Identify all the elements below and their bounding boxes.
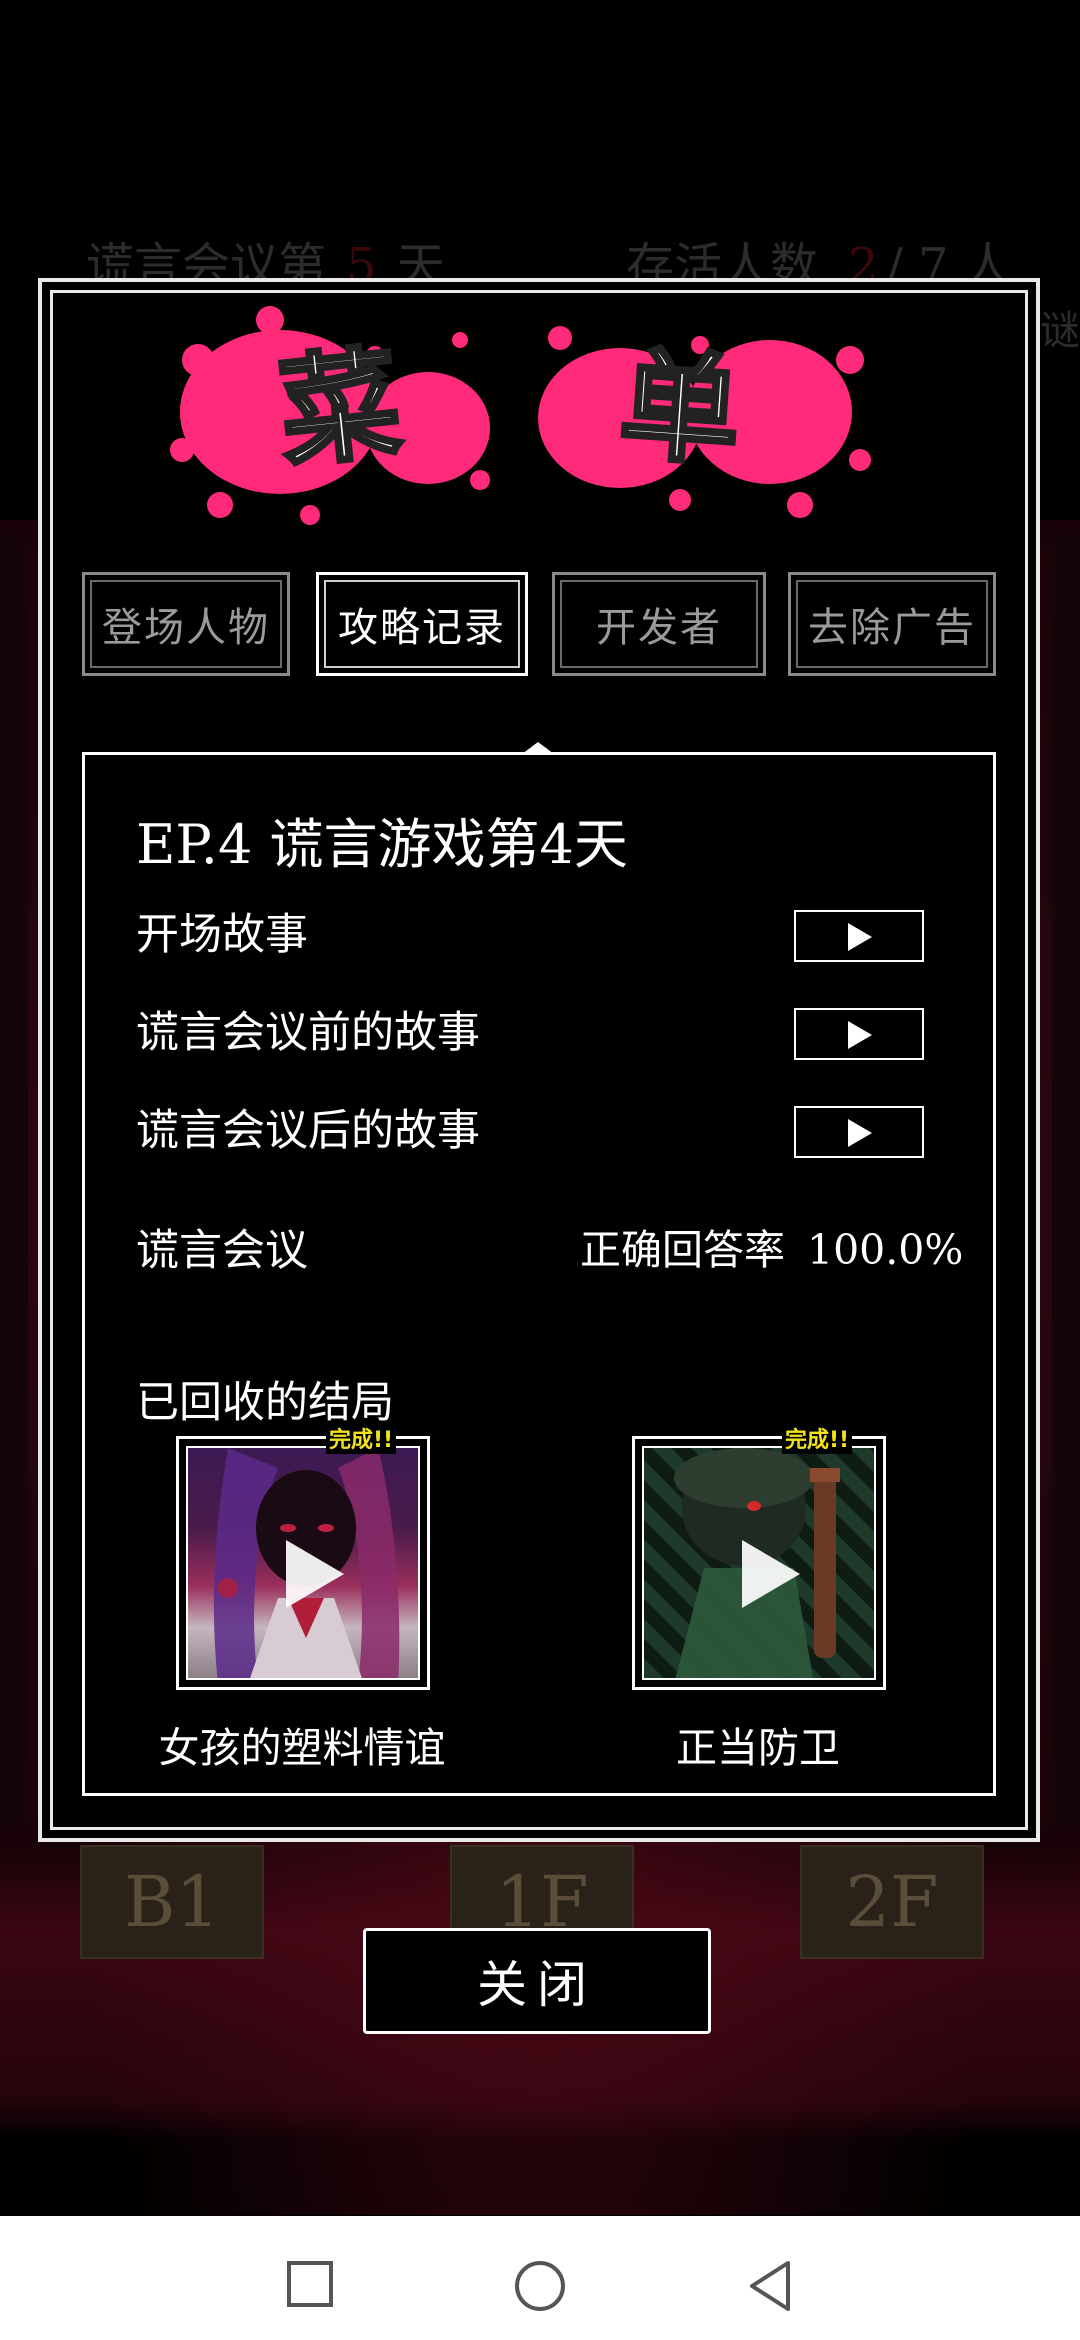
ending-title-2: 正当防卫 <box>676 1724 840 1772</box>
tab-walkthrough-records-label: 攻略记录 <box>338 605 506 651</box>
tab-walkthrough-records[interactable]: 攻略记录 <box>316 572 528 676</box>
ending-thumbnail-self-defense <box>642 1446 876 1680</box>
play-opening-story-button[interactable] <box>794 910 924 962</box>
background-left-strip <box>0 530 28 1830</box>
play-before-meeting-story-button[interactable] <box>794 1008 924 1060</box>
collected-endings-heading: 已回收的结局 <box>136 1378 394 1428</box>
story-label-after-meeting: 谎言会议后的故事 <box>136 1106 480 1156</box>
play-icon <box>848 923 872 951</box>
tab-remove-ads[interactable]: 去除广告 <box>788 572 996 676</box>
accuracy-readout: 正确回答率 100.0% <box>580 1216 963 1276</box>
play-icon <box>848 1119 872 1147</box>
episode-title: EP.4 谎言游戏第4天 <box>136 813 628 876</box>
tab-characters[interactable]: 登场人物 <box>82 572 290 676</box>
ending-card-2[interactable] <box>632 1436 886 1690</box>
triangle-back-icon[interactable] <box>744 2258 796 2314</box>
hud-edge-text: 谜 <box>1040 308 1080 354</box>
paint-splash-icon <box>170 306 871 525</box>
close-button[interactable]: 关闭 <box>363 1928 711 2034</box>
completed-badge: 完成!! <box>782 1422 853 1454</box>
ending-thumbnail-girl <box>186 1446 420 1680</box>
tab-remove-ads-label: 去除广告 <box>808 605 976 651</box>
lie-meeting-label: 谎言会议 <box>136 1226 308 1276</box>
floor-card-b1: B1 <box>80 1845 264 1959</box>
ending-card-1[interactable] <box>176 1436 430 1690</box>
background-right-strip <box>1052 530 1080 1830</box>
menu-title-char-1: 菜 <box>273 334 407 485</box>
menu-title-splash: 菜 单 <box>170 306 871 525</box>
play-after-meeting-story-button[interactable] <box>794 1106 924 1158</box>
menu-title-char-2: 单 <box>615 336 744 483</box>
play-icon <box>286 1540 344 1608</box>
accuracy-label: 正确回答率 <box>580 1226 785 1274</box>
story-label-before-meeting: 谎言会议前的故事 <box>136 1008 480 1058</box>
circle-home-icon[interactable] <box>512 2258 568 2314</box>
square-recents-icon[interactable] <box>284 2258 336 2310</box>
play-icon <box>742 1540 800 1608</box>
accuracy-value: 100.0% <box>807 1226 964 1274</box>
story-label-opening: 开场故事 <box>136 910 308 960</box>
completed-badge: 完成!! <box>326 1422 397 1454</box>
tab-developer-label: 开发者 <box>596 605 722 651</box>
ending-title-1: 女孩的塑料情谊 <box>158 1724 446 1772</box>
play-icon <box>848 1021 872 1049</box>
tab-characters-label: 登场人物 <box>102 605 270 651</box>
floor-card-2f: 2F <box>800 1845 984 1959</box>
tab-developer[interactable]: 开发者 <box>552 572 766 676</box>
panel-pointer-notch <box>522 742 554 754</box>
